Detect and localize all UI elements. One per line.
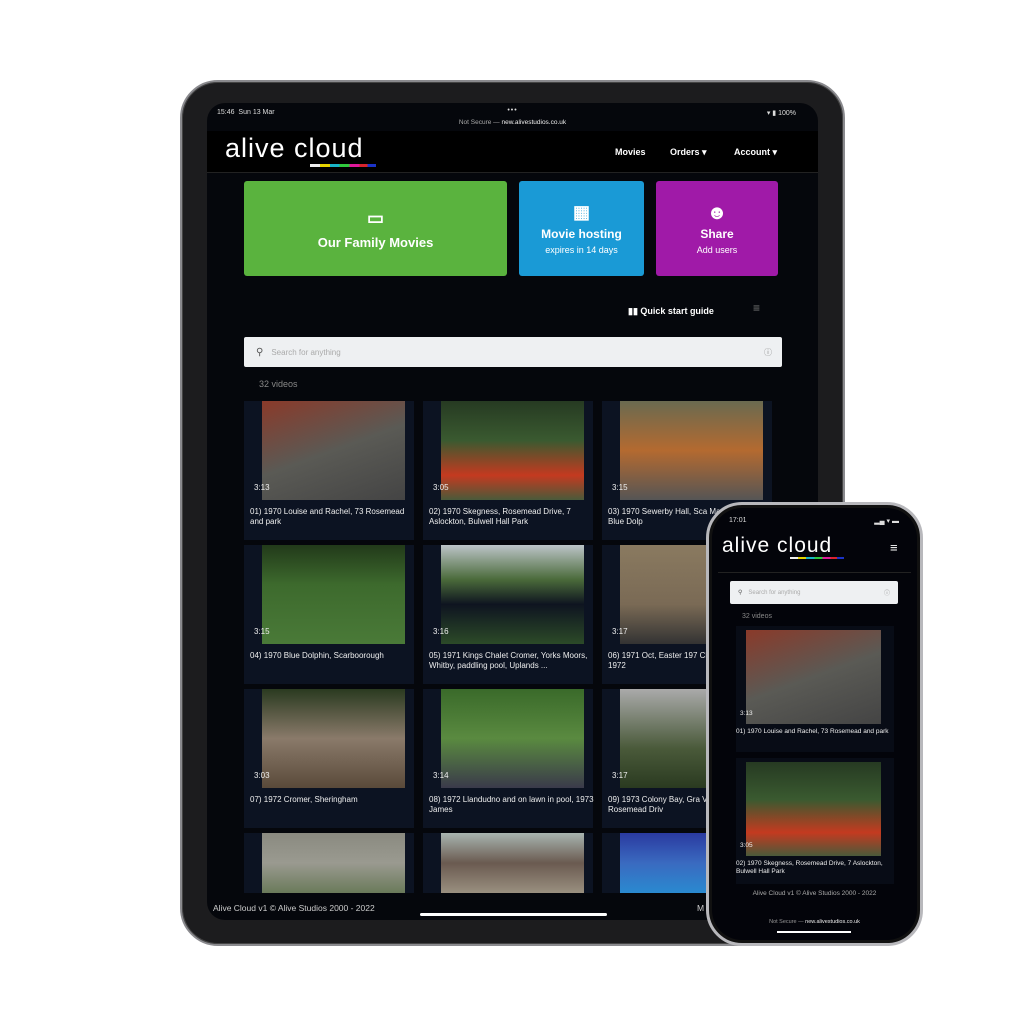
video-duration: 3:17 [612, 771, 628, 780]
footer: Alive Cloud v1 © Alive Studios 2000 - 20… [213, 903, 375, 913]
video-thumbnail[interactable] [620, 401, 763, 500]
signal-battery-icon: ▂▄ ▾ ▬ [874, 518, 899, 525]
video-card[interactable] [244, 833, 414, 893]
logo-rainbow [790, 557, 844, 559]
video-title[interactable]: 01) 1970 Louise and Rachel, 73 Rosemead … [736, 728, 894, 736]
video-duration: 3:13 [740, 710, 753, 717]
search-icon: ⚲ [738, 590, 743, 596]
tile-share[interactable]: ☻ Share Add users [656, 181, 778, 276]
video-thumbnail[interactable] [441, 545, 584, 644]
video-title[interactable]: 05) 1971 Kings Chalet Cromer, Yorks Moor… [429, 651, 594, 671]
video-card[interactable] [423, 833, 593, 893]
search-input[interactable]: ⚲ Search for anything ⓘ [244, 337, 782, 367]
address-bar[interactable]: Not Secure — new.alivestudios.co.uk [207, 119, 818, 126]
video-count: 32 videos [742, 613, 772, 620]
video-card[interactable]: 3:16 05) 1971 Kings Chalet Cromer, Yorks… [423, 545, 593, 684]
video-card[interactable]: 3:13 01) 1970 Louise and Rachel, 73 Rose… [244, 401, 414, 540]
video-duration: 3:05 [740, 842, 753, 849]
logo[interactable]: alive cloud [225, 133, 364, 164]
video-duration: 3:05 [433, 483, 449, 492]
video-title[interactable]: 02) 1970 Skegness, Rosemead Drive, 7 Asl… [736, 860, 894, 876]
video-title[interactable]: 08) 1972 Llandudno and on lawn in pool, … [429, 795, 594, 815]
info-icon: ⓘ [883, 591, 890, 597]
video-duration: 3:15 [254, 627, 270, 636]
video-card[interactable]: 3:13 01) 1970 Louise and Rachel, 73 Rose… [736, 626, 894, 752]
tile-movie-hosting[interactable]: ▦ Movie hosting expires in 14 days [519, 181, 644, 276]
video-duration: 3:15 [612, 483, 628, 492]
list-view-icon[interactable]: ≡ [753, 301, 760, 315]
video-thumbnail[interactable] [746, 762, 881, 856]
footer-right: M [697, 903, 705, 913]
home-indicator [420, 913, 607, 916]
video-thumbnail[interactable] [262, 401, 405, 500]
more-dots-icon[interactable]: ••• [207, 107, 818, 114]
video-title[interactable]: 07) 1972 Cromer, Sheringham [250, 795, 415, 805]
video-thumbnail[interactable] [746, 630, 881, 724]
status-time: 17:01 [729, 517, 747, 524]
tile-family-movies[interactable]: ▭ Our Family Movies [244, 181, 507, 276]
video-card[interactable]: 3:05 02) 1970 Skegness, Rosemead Drive, … [736, 758, 894, 884]
nav-movies[interactable]: Movies [615, 147, 646, 157]
smiley-icon: ☻ [706, 202, 728, 224]
logo[interactable]: alive cloud [722, 534, 832, 558]
video-thumbnail[interactable] [441, 401, 584, 500]
phone-screen: 17:01 ▂▄ ▾ ▬ alive cloud ≡ ⚲ Search for a… [712, 508, 917, 940]
video-duration: 3:03 [254, 771, 270, 780]
search-input[interactable]: ⚲ Search for anything ⓘ [730, 581, 898, 604]
video-thumbnail[interactable] [262, 545, 405, 644]
home-indicator [777, 931, 851, 933]
search-icon: ⚲ [256, 346, 264, 358]
video-card[interactable]: 3:14 08) 1972 Llandudno and on lawn in p… [423, 689, 594, 828]
video-count: 32 videos [259, 379, 298, 389]
menu-icon[interactable]: ≡ [890, 540, 898, 555]
video-title[interactable]: 04) 1970 Blue Dolphin, Scarboorough [250, 651, 415, 661]
video-duration: 3:14 [433, 771, 449, 780]
video-thumbnail[interactable] [262, 689, 405, 788]
logo-rainbow [310, 164, 376, 167]
video-duration: 3:16 [433, 627, 449, 636]
nav-orders[interactable]: Orders ▾ [670, 147, 707, 158]
book-icon: ▮▮ [628, 306, 638, 316]
video-thumbnail[interactable] [262, 833, 405, 893]
nav-account[interactable]: Account ▾ [734, 147, 777, 158]
video-card[interactable]: 3:05 02) 1970 Skegness, Rosemead Drive, … [423, 401, 593, 540]
video-duration: 3:17 [612, 627, 628, 636]
video-thumbnail[interactable] [441, 689, 584, 788]
footer: Alive Cloud v1 © Alive Studios 2000 - 20… [752, 890, 877, 897]
video-card[interactable]: 3:15 04) 1970 Blue Dolphin, Scarboorough [244, 545, 414, 684]
video-title[interactable]: 01) 1970 Louise and Rachel, 73 Rosemead … [250, 507, 415, 527]
video-thumbnail[interactable] [441, 833, 584, 893]
video-duration: 3:13 [254, 483, 270, 492]
calendar-icon: ▦ [572, 202, 590, 222]
info-icon: ⓘ [764, 347, 772, 357]
video-card[interactable]: 3:03 07) 1972 Cromer, Sheringham [244, 689, 414, 828]
quick-start-guide-link[interactable]: ▮▮ Quick start guide [628, 306, 714, 317]
ticket-icon: ▭ [366, 207, 384, 228]
video-title[interactable]: 02) 1970 Skegness, Rosemead Drive, 7 Asl… [429, 507, 594, 527]
address-bar[interactable]: Not Secure — new.alivestudios.co.uk [712, 919, 917, 925]
divider [718, 572, 911, 573]
